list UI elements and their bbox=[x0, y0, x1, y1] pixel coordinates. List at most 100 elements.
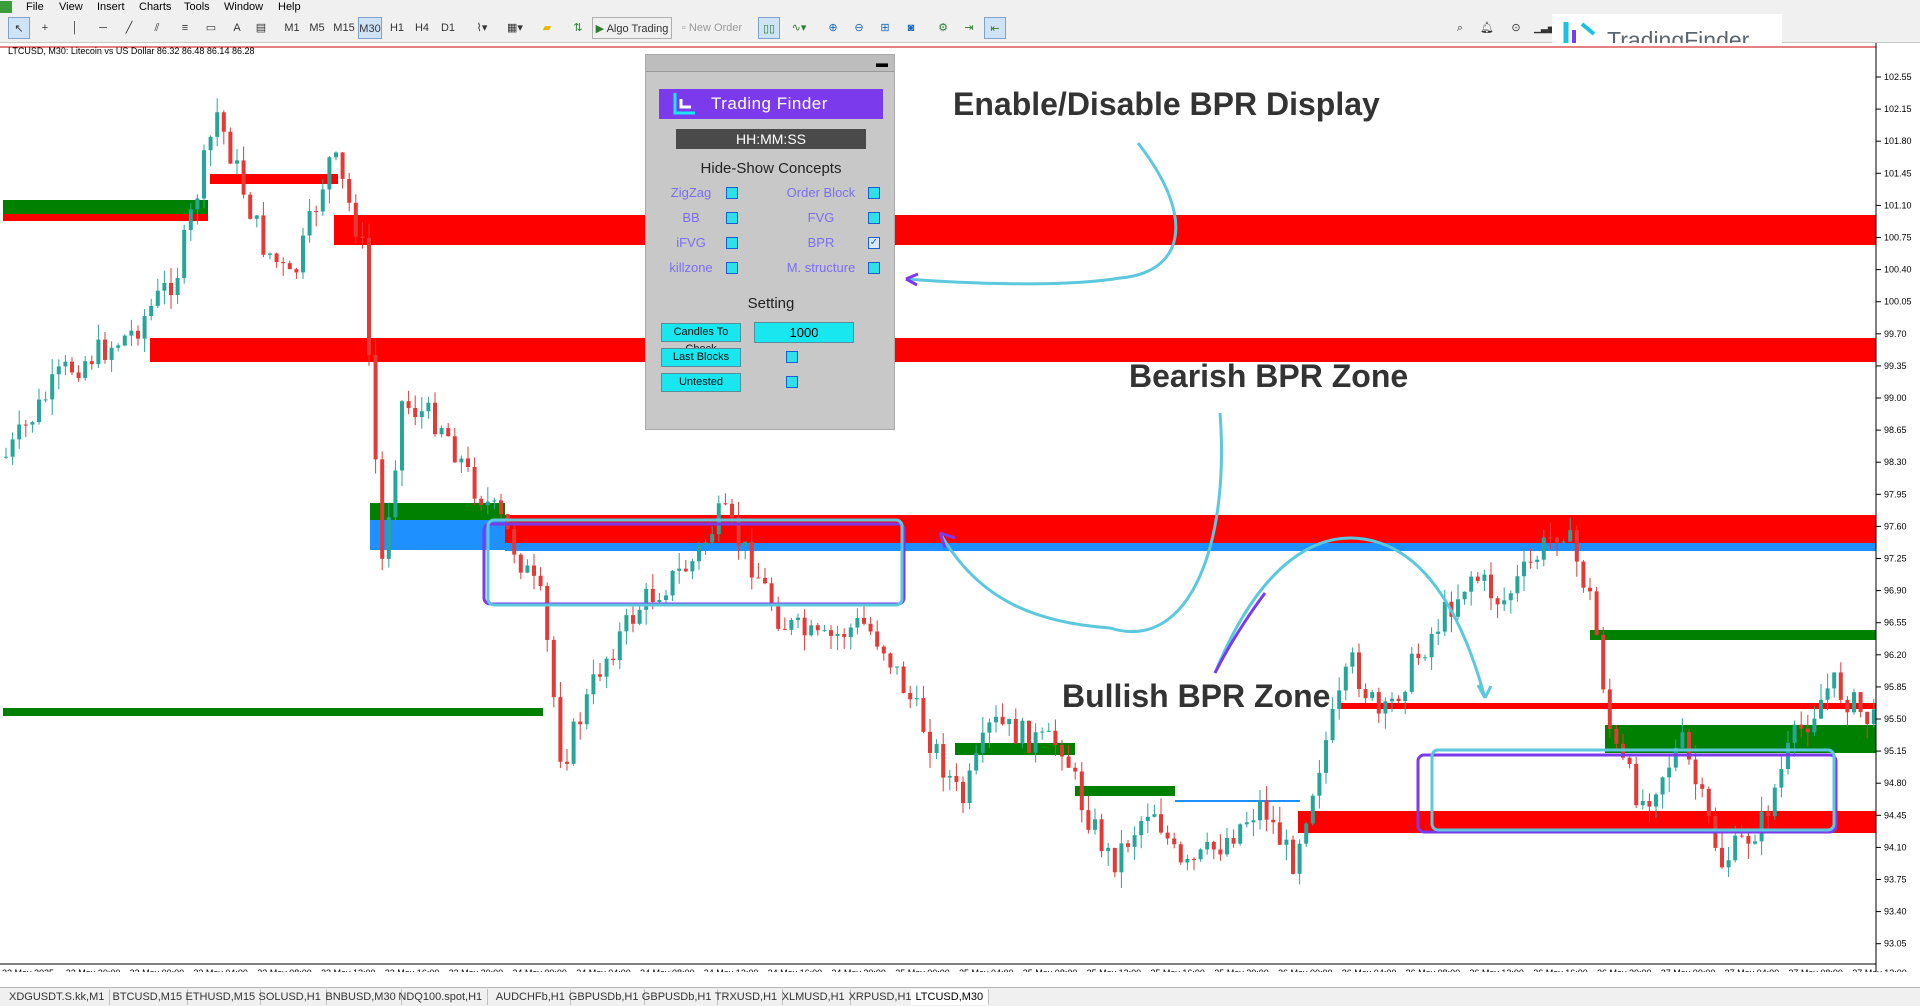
candle-body bbox=[954, 776, 959, 782]
notifications-icon[interactable]: 🔔︎ bbox=[1476, 17, 1498, 39]
time-tick-label: 25 May 00:00 bbox=[895, 968, 950, 972]
concept-zigzag-checkbox[interactable] bbox=[726, 187, 738, 199]
fibonacci-icon[interactable]: ≡ bbox=[174, 17, 196, 39]
indicators-icon[interactable]: ⌇▾ bbox=[468, 17, 496, 39]
menu-tools[interactable]: Tools bbox=[184, 0, 210, 14]
concept-ifvg-checkbox[interactable] bbox=[726, 237, 738, 249]
autoscroll-icon[interactable]: ⇥ bbox=[958, 17, 980, 39]
horizontal-line-icon[interactable]: ─ bbox=[92, 17, 114, 39]
vertical-line-icon[interactable]: │ bbox=[66, 17, 84, 39]
tile-windows-icon[interactable]: ⊞ bbox=[874, 17, 896, 39]
trendline-icon[interactable]: ╱ bbox=[118, 17, 140, 39]
indicator-panel[interactable]: ▬ Trading Finder HH:MM:SS Hide-Show Conc… bbox=[645, 54, 895, 430]
chart-tab[interactable]: NDQ100.spot,H1 bbox=[393, 989, 489, 1005]
text-tool-icon[interactable]: A bbox=[226, 17, 248, 39]
minimize-icon[interactable]: ▬ bbox=[876, 56, 888, 70]
panel-titlebar[interactable]: ▬ bbox=[646, 55, 894, 72]
candle-body bbox=[1871, 709, 1876, 725]
candle-body bbox=[934, 744, 939, 753]
last-blocks-button[interactable]: Last Blocks bbox=[661, 348, 741, 367]
templates-icon[interactable]: ▦▾ bbox=[501, 17, 529, 39]
chart-tab[interactable]: LTCUSD,M30 bbox=[910, 989, 990, 1005]
screenshot-icon[interactable]: ◙ bbox=[900, 17, 922, 39]
concept-bpr-checkbox[interactable]: ✓ bbox=[868, 237, 880, 249]
candle-body bbox=[888, 653, 893, 668]
line-chart-icon[interactable]: ∿▾ bbox=[785, 17, 813, 39]
price-tick-label: 96.20 bbox=[1884, 650, 1907, 660]
arrow-tool-icon[interactable]: ▤ bbox=[250, 17, 272, 39]
tf-m30[interactable]: M30 bbox=[358, 17, 382, 39]
cursor-tool-icon[interactable]: ↖ bbox=[8, 17, 30, 39]
chart-tab[interactable]: GBPUSDb,H1 bbox=[637, 989, 718, 1005]
folder-icon[interactable]: ▰ bbox=[536, 17, 558, 39]
candles-to-check-button[interactable]: Candles To Check bbox=[661, 323, 741, 355]
zoom-in-icon[interactable]: ⊕ bbox=[822, 17, 844, 39]
untested-button[interactable]: Untested bbox=[661, 373, 741, 392]
candle-body bbox=[1528, 561, 1533, 563]
depth-icon[interactable]: ⇅ bbox=[567, 17, 589, 39]
candle-body bbox=[241, 160, 246, 195]
candles-to-check-input[interactable]: 1000 bbox=[754, 322, 854, 343]
chart-shift-icon[interactable]: ⇤ bbox=[984, 17, 1006, 39]
new-order-button[interactable]: ▫ New Order bbox=[676, 17, 748, 39]
concept-mstructure-checkbox[interactable] bbox=[868, 262, 880, 274]
bar-chart-icon[interactable]: ▯▯ bbox=[758, 17, 780, 39]
price-chart[interactable]: 102.55 102.15 101.80 101.45 101.10 100.75 100.… bbox=[0, 43, 1920, 972]
concept-bb-checkbox[interactable] bbox=[726, 212, 738, 224]
tf-d1[interactable]: D1 bbox=[437, 17, 459, 39]
menu-charts[interactable]: Charts bbox=[139, 0, 171, 14]
untested-checkbox[interactable] bbox=[786, 376, 798, 388]
chart-tab[interactable]: SOLUSD,H1 bbox=[254, 989, 327, 1005]
bullish-zone-band bbox=[3, 708, 543, 716]
candle-body bbox=[294, 269, 299, 273]
concept-orderblock-label: Order Block bbox=[786, 185, 856, 200]
menu-insert[interactable]: Insert bbox=[97, 0, 125, 14]
candle-body bbox=[743, 541, 748, 546]
search-icon[interactable]: ⌕ bbox=[1450, 17, 1470, 39]
candle-body bbox=[1475, 576, 1480, 581]
price-tick-label: 101.10 bbox=[1884, 200, 1912, 210]
chart-tab[interactable]: BNBUSD,M30 bbox=[320, 989, 402, 1005]
tf-h1[interactable]: H1 bbox=[386, 17, 408, 39]
concept-fvg-checkbox[interactable] bbox=[868, 212, 880, 224]
account-icon[interactable]: ⊙ bbox=[1506, 17, 1526, 39]
tf-m5[interactable]: M5 bbox=[306, 17, 328, 39]
chart-tab[interactable]: XRPUSD,H1 bbox=[844, 989, 918, 1005]
tf-h4[interactable]: H4 bbox=[411, 17, 433, 39]
settings-gear-icon[interactable]: ⚙ bbox=[932, 17, 954, 39]
candle-body bbox=[1040, 731, 1045, 733]
candle-body bbox=[155, 290, 160, 306]
chart-tab[interactable]: AUDCHFb,H1 bbox=[491, 989, 571, 1005]
concept-killzone-checkbox[interactable] bbox=[726, 262, 738, 274]
crosshair-icon[interactable]: + bbox=[34, 17, 56, 39]
channel-icon[interactable]: ⫽ bbox=[146, 17, 168, 39]
menu-help[interactable]: Help bbox=[278, 0, 301, 14]
menu-file[interactable]: File bbox=[26, 0, 44, 14]
last-blocks-checkbox[interactable] bbox=[786, 351, 798, 363]
chart-tab[interactable]: XDGUSDT.S.kk,M1 bbox=[4, 989, 111, 1005]
chart-tab[interactable]: ETHUSD,M15 bbox=[181, 989, 262, 1005]
candle-body bbox=[1317, 772, 1322, 796]
shapes-icon[interactable]: ▭ bbox=[200, 17, 222, 39]
candle-body bbox=[637, 609, 642, 624]
menu-view[interactable]: View bbox=[59, 0, 83, 14]
price-tick-label: 102.55 bbox=[1884, 72, 1912, 82]
chart-tab[interactable]: BTCUSD,M15 bbox=[108, 989, 189, 1005]
candle-body bbox=[1324, 740, 1328, 773]
chart-tab[interactable]: XLMUSD,H1 bbox=[777, 989, 851, 1005]
chart-tab[interactable]: GBPUSDb,H1 bbox=[564, 989, 645, 1005]
zoom-out-icon[interactable]: ⊖ bbox=[848, 17, 870, 39]
tf-m15[interactable]: M15 bbox=[331, 17, 357, 39]
menu-window[interactable]: Window bbox=[224, 0, 263, 14]
candle-body bbox=[1541, 537, 1546, 560]
candle-body bbox=[1225, 838, 1229, 855]
candle-body bbox=[980, 732, 985, 753]
new-order-icon: ▫ bbox=[681, 22, 689, 34]
tf-m1[interactable]: M1 bbox=[281, 17, 303, 39]
price-tick-label: 99.70 bbox=[1884, 329, 1907, 339]
algo-trading-button[interactable]: ▶ Algo Trading bbox=[592, 17, 672, 39]
candle-body bbox=[248, 194, 253, 219]
concept-orderblock-checkbox[interactable] bbox=[868, 187, 880, 199]
chart-tab[interactable]: TRXUSD,H1 bbox=[710, 989, 784, 1005]
candle-body bbox=[809, 625, 814, 636]
